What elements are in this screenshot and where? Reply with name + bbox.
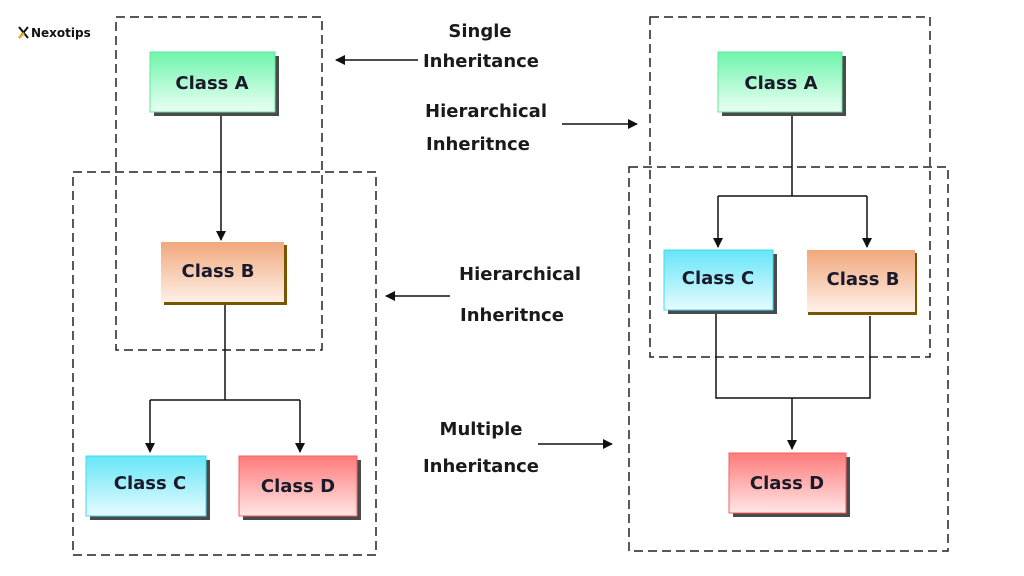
connector-a-branch: [718, 114, 867, 197]
right-class-a: Class A: [717, 51, 846, 116]
svg-text:Class A: Class A: [175, 73, 248, 94]
right-class-c: Class C: [663, 249, 777, 314]
svg-text:Hierarchical: Hierarchical: [459, 264, 581, 285]
left-class-d: Class D: [238, 455, 361, 520]
svg-text:Class D: Class D: [261, 476, 335, 497]
svg-text:Class B: Class B: [827, 269, 900, 290]
svg-text:Multiple: Multiple: [440, 419, 523, 440]
left-class-a: Class A: [149, 51, 279, 116]
label-hierarchical-inheritance-mid: Hierarchical Inheritnce: [385, 264, 581, 326]
svg-text:Class B: Class B: [182, 261, 255, 282]
svg-text:Class D: Class D: [750, 473, 824, 494]
right-class-b: Class B: [807, 250, 917, 315]
svg-text:Class C: Class C: [682, 268, 754, 289]
svg-text:Hierarchical: Hierarchical: [425, 101, 547, 122]
svg-text:Class C: Class C: [114, 473, 186, 494]
nexotips-logo: Nexotips: [18, 26, 91, 40]
label-multiple-inheritance: Multiple Inheritance: [423, 419, 613, 477]
label-single-inheritance: Single Inheritance: [335, 21, 539, 72]
svg-text:Inheritance: Inheritance: [423, 51, 539, 72]
right-class-d: Class D: [728, 452, 850, 517]
svg-text:Nexotips: Nexotips: [31, 26, 91, 40]
svg-text:Inheritnce: Inheritnce: [426, 134, 530, 155]
left-class-c: Class C: [85, 455, 210, 520]
svg-text:Class A: Class A: [744, 73, 817, 94]
label-hierarchical-inheritance-top: Hierarchical Inheritnce: [425, 101, 638, 155]
connector-b-branch: [150, 305, 300, 401]
connector-c-b-join: [715, 313, 871, 399]
svg-text:Single: Single: [448, 21, 511, 42]
inheritance-diagram: Nexotips Class A Class B Class C Class D: [18, 16, 949, 556]
svg-text:Inheritnce: Inheritnce: [460, 305, 564, 326]
left-class-b: Class B: [161, 242, 287, 305]
svg-text:Inheritance: Inheritance: [423, 456, 539, 477]
